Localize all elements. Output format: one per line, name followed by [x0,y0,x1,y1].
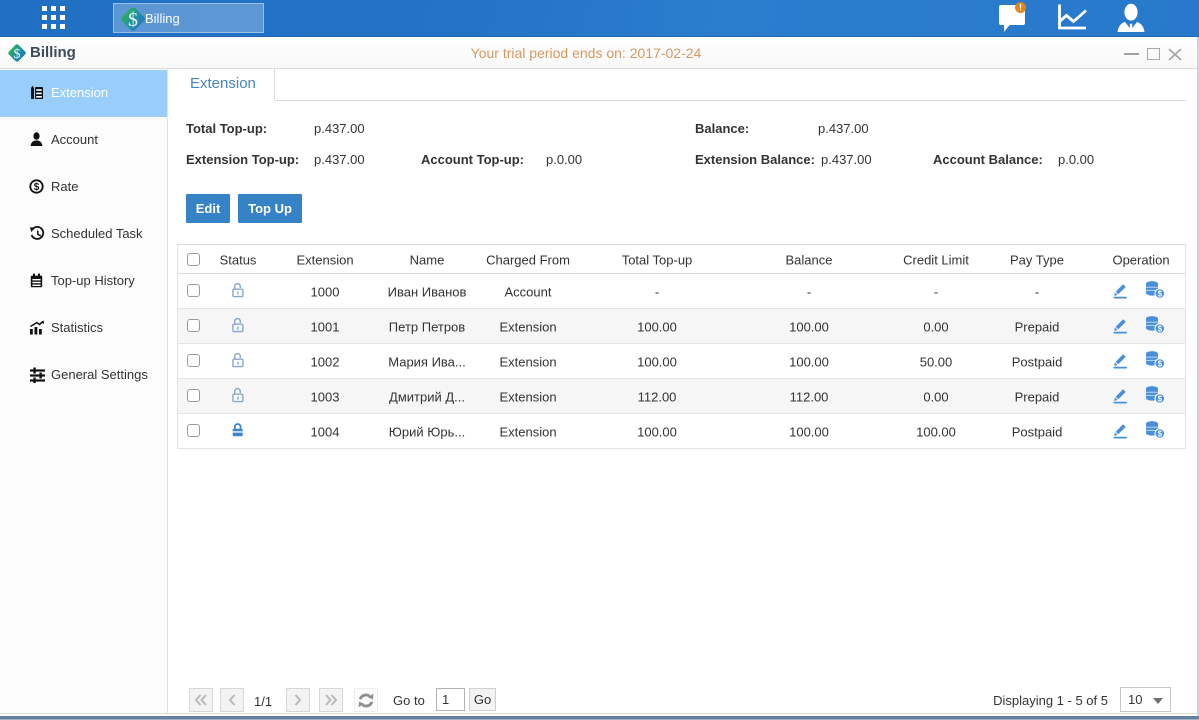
svg-text:$: $ [1158,324,1163,333]
svg-text:$: $ [34,182,40,193]
svg-text:$: $ [128,9,138,31]
svg-text:$: $ [1158,359,1163,368]
svg-text:$: $ [14,47,21,62]
svg-text:$: $ [1158,394,1163,403]
svg-text:$: $ [1158,429,1163,438]
svg-text:$: $ [1158,289,1163,298]
svg-text:!: ! [1019,3,1022,13]
